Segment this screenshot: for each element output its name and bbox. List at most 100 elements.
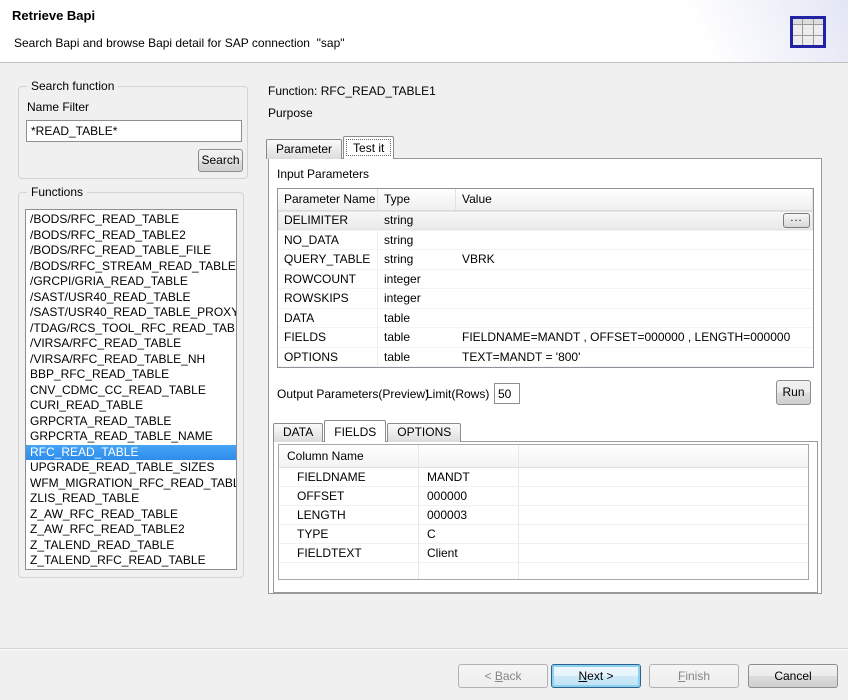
input-parameter-row[interactable]: ROWCOUNTinteger: [278, 270, 813, 290]
param-value-cell: TEXT=MANDT = '800': [456, 348, 813, 367]
param-type-cell: table: [378, 328, 456, 347]
param-type-cell: table: [378, 348, 456, 367]
run-button[interactable]: Run: [776, 380, 811, 405]
output-field-value: MANDT: [419, 468, 519, 486]
output-field-row[interactable]: FIELDTEXTClient: [279, 544, 808, 563]
retrieve-bapi-wizard: Retrieve Bapi Search Bapi and browse Bap…: [0, 0, 848, 700]
input-parameter-row[interactable]: QUERY_TABLEstringVBRK: [278, 250, 813, 270]
param-type-cell: integer: [378, 270, 456, 289]
input-parameter-row[interactable]: DATAtable: [278, 309, 813, 329]
input-parameter-row[interactable]: DELIMITERstring...: [278, 211, 813, 231]
function-list-item[interactable]: Z_TALEND_READ_TABLE: [26, 538, 236, 554]
input-parameter-row[interactable]: NO_DATAstring: [278, 231, 813, 251]
search-function-group: Search function Name Filter Search: [18, 86, 248, 179]
tab-fields[interactable]: FIELDS: [324, 420, 386, 442]
function-list-item[interactable]: /SAST/USR40_READ_TABLE: [26, 290, 236, 306]
function-list-item[interactable]: ZLIS_READ_TABLE: [26, 491, 236, 507]
test-it-panel: Input Parameters Parameter Name Type Val…: [268, 158, 822, 594]
output-field-extra: [519, 468, 808, 486]
input-parameters-rows: DELIMITERstring...NO_DATAstringQUERY_TAB…: [278, 211, 813, 367]
param-value-cell: [456, 270, 813, 289]
function-list-item[interactable]: CURI_READ_TABLE: [26, 398, 236, 414]
input-parameters-title: Input Parameters: [277, 167, 369, 181]
function-list-item[interactable]: /GRCPI/GRIA_READ_TABLE: [26, 274, 236, 290]
col-parameter-name[interactable]: Parameter Name: [278, 189, 378, 210]
output-field-extra: [519, 525, 808, 543]
col-output-extra: [519, 445, 808, 467]
param-name-cell: OPTIONS: [278, 348, 378, 367]
output-field-value: Client: [419, 544, 519, 562]
function-name-label: Function: RFC_READ_TABLE1: [268, 84, 436, 98]
function-list-item[interactable]: RFC_READ_TABLE: [26, 445, 236, 461]
param-name-cell: DELIMITER: [278, 211, 378, 230]
output-field-extra: [519, 544, 808, 562]
wizard-header: Retrieve Bapi Search Bapi and browse Bap…: [0, 0, 848, 63]
function-list-item[interactable]: Z_AW_RFC_READ_TABLE2: [26, 522, 236, 538]
function-list-item[interactable]: /BODS/RFC_STREAM_READ_TABLE: [26, 259, 236, 275]
output-parameters-label: Output Parameters(Preview): [277, 387, 429, 401]
input-parameters-table: Parameter Name Type Value DELIMITERstrin…: [277, 188, 814, 368]
tab-data[interactable]: DATA: [273, 423, 323, 442]
param-type-cell: string: [378, 211, 456, 230]
tab-options[interactable]: OPTIONS: [387, 423, 461, 442]
output-field-row[interactable]: FIELDNAMEMANDT: [279, 468, 808, 487]
function-list-item[interactable]: /BODS/RFC_READ_TABLE: [26, 212, 236, 228]
input-parameter-row[interactable]: FIELDStableFIELDNAME=MANDT , OFFSET=0000…: [278, 328, 813, 348]
function-list-item[interactable]: /BODS/RFC_READ_TABLE_FILE: [26, 243, 236, 259]
name-filter-input[interactable]: [26, 120, 242, 142]
output-field-value: 000000: [419, 487, 519, 505]
limit-rows-input[interactable]: [494, 383, 520, 404]
param-name-cell: FIELDS: [278, 328, 378, 347]
search-button[interactable]: Search: [198, 149, 243, 172]
cancel-button[interactable]: Cancel: [748, 664, 838, 688]
input-parameter-row[interactable]: ROWSKIPSinteger: [278, 289, 813, 309]
function-list-item[interactable]: WFM_MIGRATION_RFC_READ_TABLE: [26, 476, 236, 492]
output-tabs: DATA FIELDS OPTIONS: [273, 420, 462, 442]
input-parameter-row[interactable]: OPTIONStableTEXT=MANDT = '800': [278, 348, 813, 368]
param-type-cell: integer: [378, 289, 456, 308]
input-parameters-header: Parameter Name Type Value: [278, 189, 813, 211]
col-type[interactable]: Type: [378, 189, 456, 210]
output-field-value: 000003: [419, 506, 519, 524]
function-list-item[interactable]: /TDAG/RCS_TOOL_RFC_READ_TABLE: [26, 321, 236, 337]
output-field-name: FIELDNAME: [279, 468, 419, 486]
param-name-cell: ROWSKIPS: [278, 289, 378, 308]
function-list-item[interactable]: Z_TALEND_RFC_READ_TABLE: [26, 553, 236, 569]
output-field-extra: [519, 487, 808, 505]
function-list-item[interactable]: /SAST/USR40_READ_TABLE_PROXY: [26, 305, 236, 321]
function-list-item[interactable]: /VIRSA/RFC_READ_TABLE: [26, 336, 236, 352]
function-list-item[interactable]: GRPCRTA_READ_TABLE_NAME: [26, 429, 236, 445]
output-fields-panel: Column Name FIELDNAMEMANDTOFFSET000000LE…: [273, 441, 818, 593]
function-list-item[interactable]: UPGRADE_READ_TABLE_SIZES: [26, 460, 236, 476]
output-field-row[interactable]: LENGTH000003: [279, 506, 808, 525]
param-type-cell: table: [378, 309, 456, 328]
function-list-item[interactable]: /BODS/RFC_READ_TABLE2: [26, 228, 236, 244]
param-value-cell: ...: [456, 211, 813, 230]
param-type-cell: string: [378, 250, 456, 269]
function-list-item[interactable]: BBP_RFC_READ_TABLE: [26, 367, 236, 383]
output-fields-header: Column Name: [279, 445, 808, 468]
output-field-row[interactable]: OFFSET000000: [279, 487, 808, 506]
function-list-item[interactable]: Z_AW_RFC_READ_TABLE: [26, 507, 236, 523]
limit-rows-label: Limit(Rows): [426, 387, 489, 401]
next-button[interactable]: Next >: [551, 664, 641, 688]
param-value-cell: [456, 309, 813, 328]
param-name-cell: QUERY_TABLE: [278, 250, 378, 269]
ellipsis-button[interactable]: ...: [783, 213, 810, 228]
back-button: < Back: [458, 664, 548, 688]
output-field-name: FIELDTEXT: [279, 544, 419, 562]
functions-listbox[interactable]: /BODS/RFC_READ_TABLE/BODS/RFC_READ_TABLE…: [25, 209, 237, 570]
tab-test-it[interactable]: Test it: [343, 136, 394, 159]
finish-button: Finish: [649, 664, 739, 688]
function-list-item[interactable]: CNV_CDMC_CC_READ_TABLE: [26, 383, 236, 399]
col-column-name[interactable]: Column Name: [279, 445, 419, 467]
function-list-item[interactable]: GRPCRTA_READ_TABLE: [26, 414, 236, 430]
col-value[interactable]: Value: [456, 189, 813, 210]
detail-tabs: Parameter Test it: [266, 136, 395, 159]
search-function-group-label: Search function: [27, 79, 118, 93]
output-field-row[interactable]: TYPEC: [279, 525, 808, 544]
col-output-value: [419, 445, 519, 467]
function-list-item[interactable]: /VIRSA/RFC_READ_TABLE_NH: [26, 352, 236, 368]
tab-parameter[interactable]: Parameter: [266, 139, 342, 159]
param-value-cell: FIELDNAME=MANDT , OFFSET=000000 , LENGTH…: [456, 328, 813, 347]
